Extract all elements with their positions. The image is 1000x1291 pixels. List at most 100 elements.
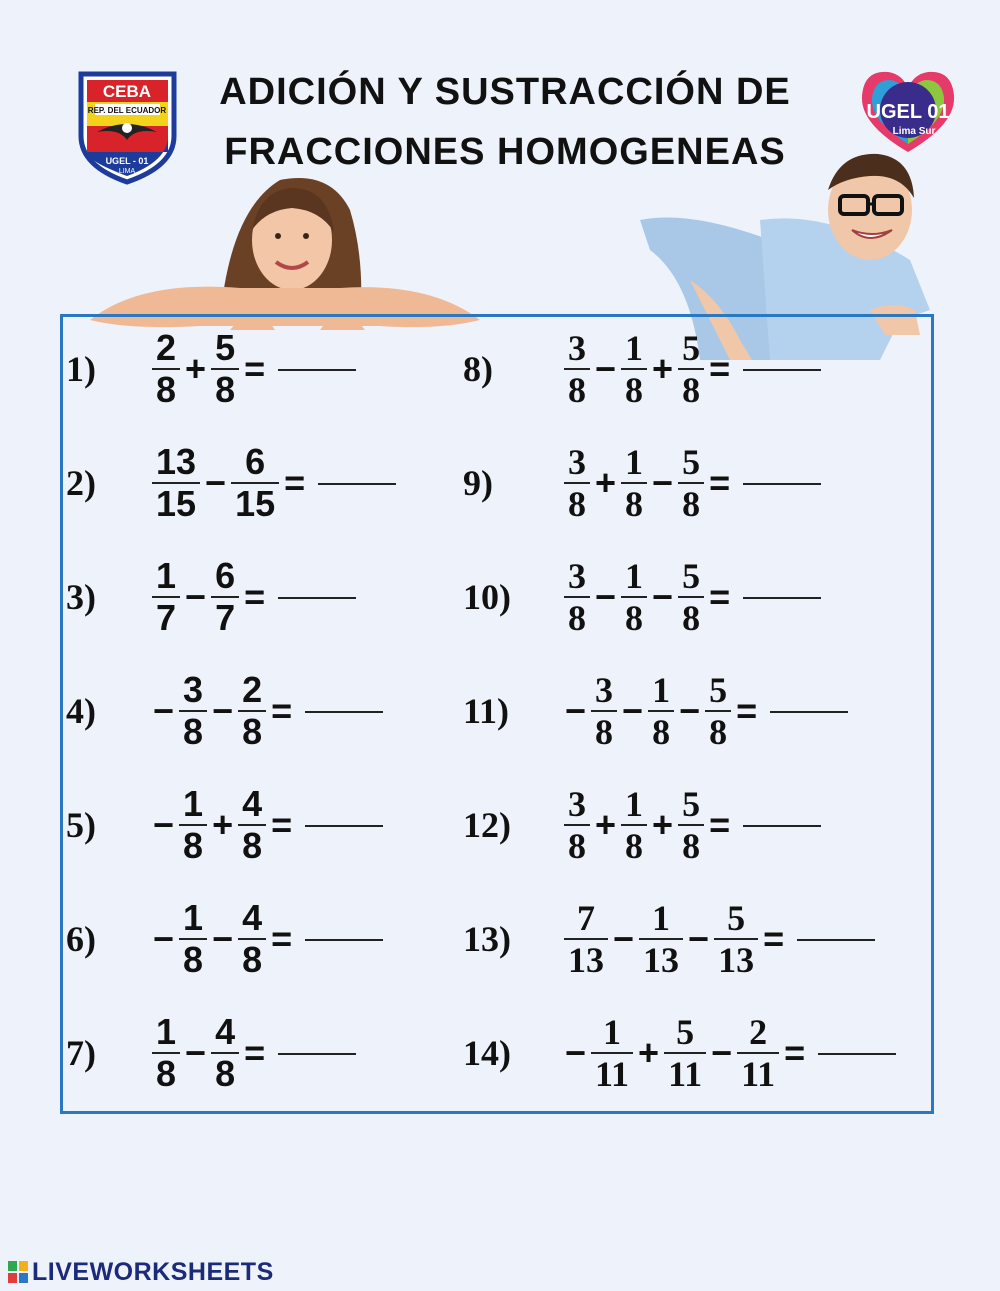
denominator: 8: [682, 370, 701, 410]
numerator: 1: [652, 898, 671, 938]
fraction: 48: [238, 897, 267, 980]
exercise-row: 9) 3 8 +1 8−5 8 =: [463, 438, 822, 528]
answer-blank[interactable]: [797, 939, 876, 941]
ceba-logo-top-text: CEBA: [103, 82, 151, 101]
numerator: 3: [568, 784, 586, 824]
operator: +: [595, 462, 617, 503]
equals-sign: =: [784, 1032, 806, 1073]
equals-sign: =: [244, 1032, 266, 1073]
denominator: 8: [625, 370, 644, 410]
fraction: 13 15: [152, 441, 201, 524]
fraction: 38: [564, 556, 590, 638]
exercise-row: 5) −1 8 +4 8 =: [66, 780, 384, 870]
denominator: 8: [242, 939, 263, 980]
title-line-1: ADICIÓN Y SUSTRACCIÓN DE: [219, 71, 791, 113]
ugel-logo: UGEL 01 Lima Sur: [861, 71, 955, 152]
answer-blank[interactable]: [305, 711, 384, 713]
equals-sign: =: [709, 804, 731, 845]
exercise-row: 6) −1 8−4 8 =: [66, 894, 384, 984]
equals-sign: =: [284, 462, 306, 503]
exercise-row: 7) 1 8−4 8 =: [66, 1008, 357, 1098]
numerator: 3: [568, 442, 586, 482]
denominator: 8: [682, 598, 701, 638]
answer-blank[interactable]: [305, 825, 384, 827]
exercise-row: 3) 1 7−6 7 =: [66, 552, 357, 642]
denominator: 13: [643, 940, 680, 980]
numerator: 5: [215, 327, 236, 368]
denominator: 8: [709, 712, 728, 752]
denominator: 15: [235, 483, 276, 524]
exercise-number: 12): [463, 805, 511, 845]
exercise-number: 7): [66, 1033, 96, 1073]
fraction: 58: [211, 327, 240, 410]
equals-sign: =: [244, 348, 266, 389]
answer-blank[interactable]: [770, 711, 849, 713]
numerator: 13: [156, 441, 197, 482]
numerator: 5: [727, 898, 746, 938]
denominator: 8: [682, 484, 701, 524]
denominator: 13: [568, 940, 604, 980]
answer-blank[interactable]: [743, 483, 822, 485]
operator: −: [688, 918, 710, 959]
ceba-logo-band-text: REP. DEL ECUADOR: [88, 106, 167, 115]
operator: −: [565, 690, 587, 731]
ugel-logo-main-text: UGEL 01: [867, 101, 950, 123]
numerator: 4: [242, 897, 263, 938]
exercise-number: 6): [66, 919, 96, 959]
answer-blank[interactable]: [278, 597, 357, 599]
answer-blank[interactable]: [305, 939, 384, 941]
denominator: 11: [668, 1054, 703, 1094]
denominator: 8: [183, 825, 204, 866]
denominator: 8: [156, 369, 177, 410]
equals-sign: =: [271, 918, 293, 959]
fraction: 38: [564, 784, 590, 866]
answer-blank[interactable]: [278, 1053, 357, 1055]
denominator: 7: [215, 597, 236, 638]
ceba-logo: CEBA REP. DEL ECUADOR UGEL - 01 LIMA: [78, 71, 177, 185]
denominator: 13: [718, 940, 755, 980]
exercise-number: 10): [463, 577, 511, 617]
denominator: 8: [682, 826, 701, 866]
equals-sign: =: [709, 576, 731, 617]
exercise-number: 9): [463, 463, 493, 503]
operator: +: [595, 804, 617, 845]
operator: −: [711, 1032, 733, 1073]
operator: −: [185, 576, 207, 617]
answer-blank[interactable]: [743, 825, 822, 827]
fraction: 1 13: [639, 898, 684, 980]
answer-blank[interactable]: [818, 1053, 897, 1055]
operator: −: [595, 348, 617, 389]
denominator: 8: [183, 711, 204, 752]
denominator: 15: [156, 483, 197, 524]
numerator: 5: [709, 670, 728, 710]
numerator: 1: [183, 897, 204, 938]
fraction: 58: [678, 442, 705, 524]
fraction: 38: [591, 670, 618, 752]
exercise-number: 13): [463, 919, 511, 959]
answer-blank[interactable]: [318, 483, 397, 485]
exercise-number: 14): [463, 1033, 511, 1073]
exercise-number: 8): [463, 349, 493, 389]
answer-blank[interactable]: [743, 369, 822, 371]
answer-blank[interactable]: [278, 369, 357, 371]
numerator: 3: [568, 328, 586, 368]
fraction: 18: [152, 1012, 181, 1094]
equals-sign: =: [271, 804, 293, 845]
equals-sign: =: [709, 348, 731, 389]
equals-sign: =: [763, 918, 785, 959]
denominator: 8: [183, 939, 204, 980]
denominator: 8: [568, 598, 586, 638]
answer-blank[interactable]: [743, 597, 822, 599]
equals-sign: =: [244, 576, 266, 617]
numerator: 1: [625, 328, 644, 368]
operator: −: [185, 1032, 207, 1073]
exercise-number: 11): [463, 691, 510, 731]
denominator: 8: [625, 598, 644, 638]
denominator: 11: [595, 1054, 630, 1094]
equals-sign: =: [736, 690, 758, 731]
numerator: 5: [682, 442, 701, 482]
operator: −: [622, 690, 644, 731]
exercise-row: 2) 13 15−6 15 =: [66, 438, 397, 528]
operator: +: [185, 348, 207, 389]
fraction: 48: [211, 1012, 240, 1094]
